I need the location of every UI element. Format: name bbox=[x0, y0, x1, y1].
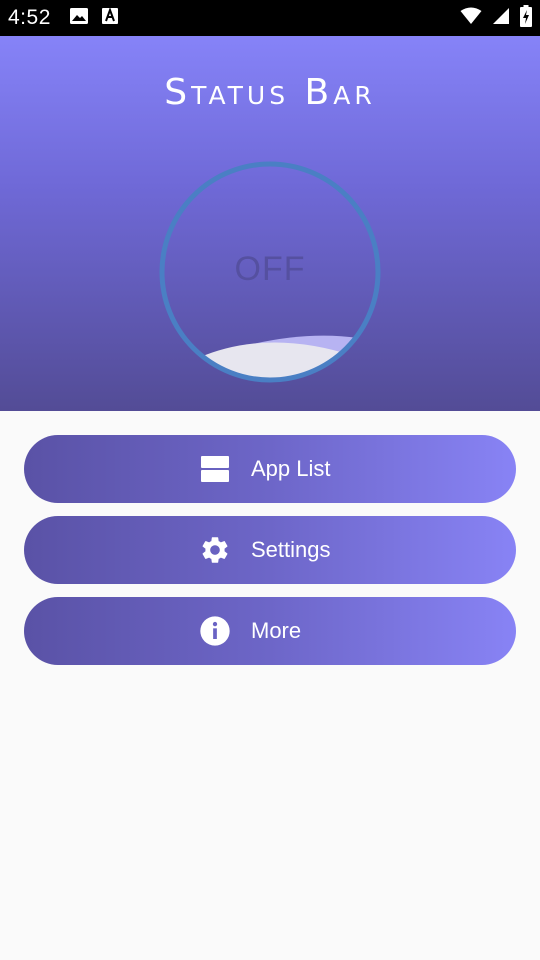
toggle-state-label: OFF bbox=[234, 250, 306, 288]
gear-icon bbox=[199, 534, 231, 566]
main-menu: App List Settings More bbox=[24, 435, 516, 678]
battery-charging-icon bbox=[520, 4, 532, 32]
app-list-label: App List bbox=[251, 456, 331, 481]
header-panel: Status Bar OFF bbox=[0, 36, 540, 411]
more-label: More bbox=[251, 618, 302, 643]
app-list-button[interactable]: App List bbox=[24, 435, 516, 503]
settings-button[interactable]: Settings bbox=[24, 516, 516, 584]
app-list-icon bbox=[199, 453, 231, 485]
image-icon bbox=[69, 7, 89, 30]
info-icon bbox=[199, 615, 231, 647]
a-icon bbox=[101, 6, 119, 30]
system-status-bar: 4:52 bbox=[0, 0, 540, 36]
app-title: Status Bar bbox=[164, 72, 376, 113]
signal-icon bbox=[492, 7, 510, 30]
clock: 4:52 bbox=[8, 6, 51, 29]
service-toggle[interactable]: OFF bbox=[158, 160, 382, 384]
wifi-icon bbox=[460, 7, 482, 30]
more-button[interactable]: More bbox=[24, 597, 516, 665]
settings-label: Settings bbox=[251, 537, 331, 562]
